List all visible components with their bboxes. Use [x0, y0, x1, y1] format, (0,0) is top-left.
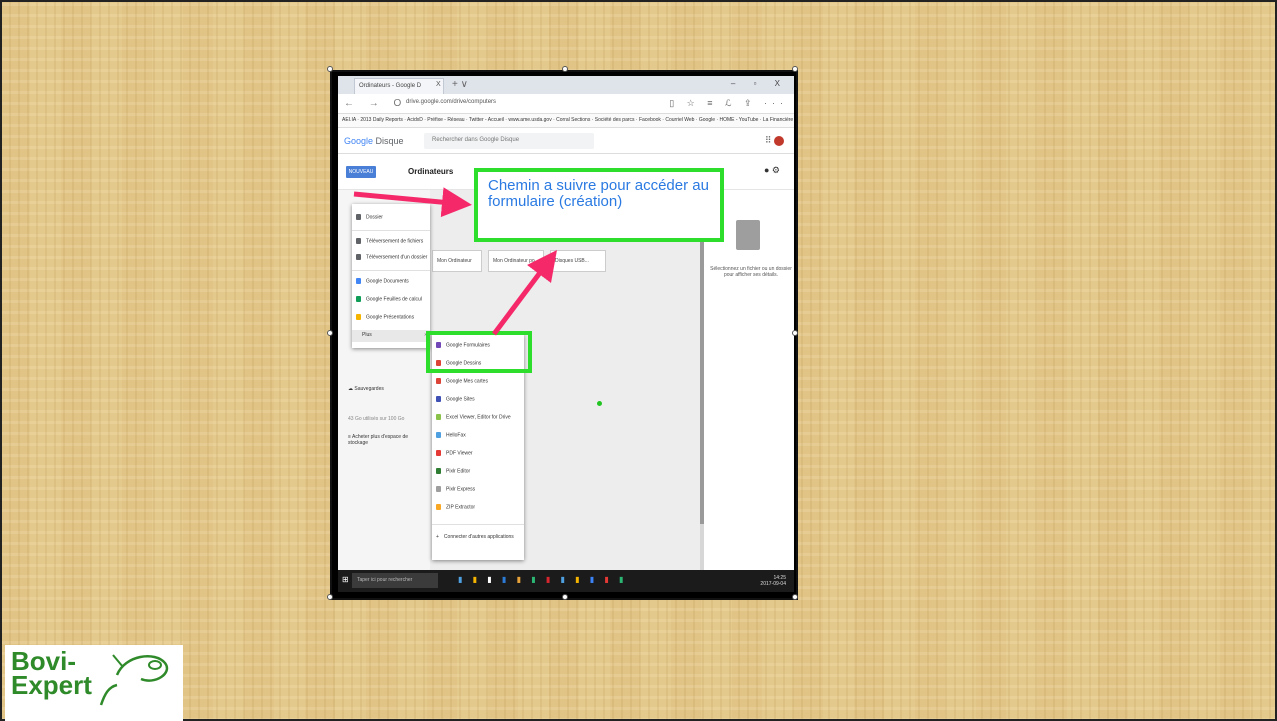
annotation-arrows	[353, 187, 557, 336]
cow-head-icon	[99, 654, 169, 706]
bovi-expert-logo: Bovi- Expert	[5, 645, 183, 721]
arrow-from-forms	[492, 250, 557, 336]
arrow-to-callout	[353, 187, 472, 218]
